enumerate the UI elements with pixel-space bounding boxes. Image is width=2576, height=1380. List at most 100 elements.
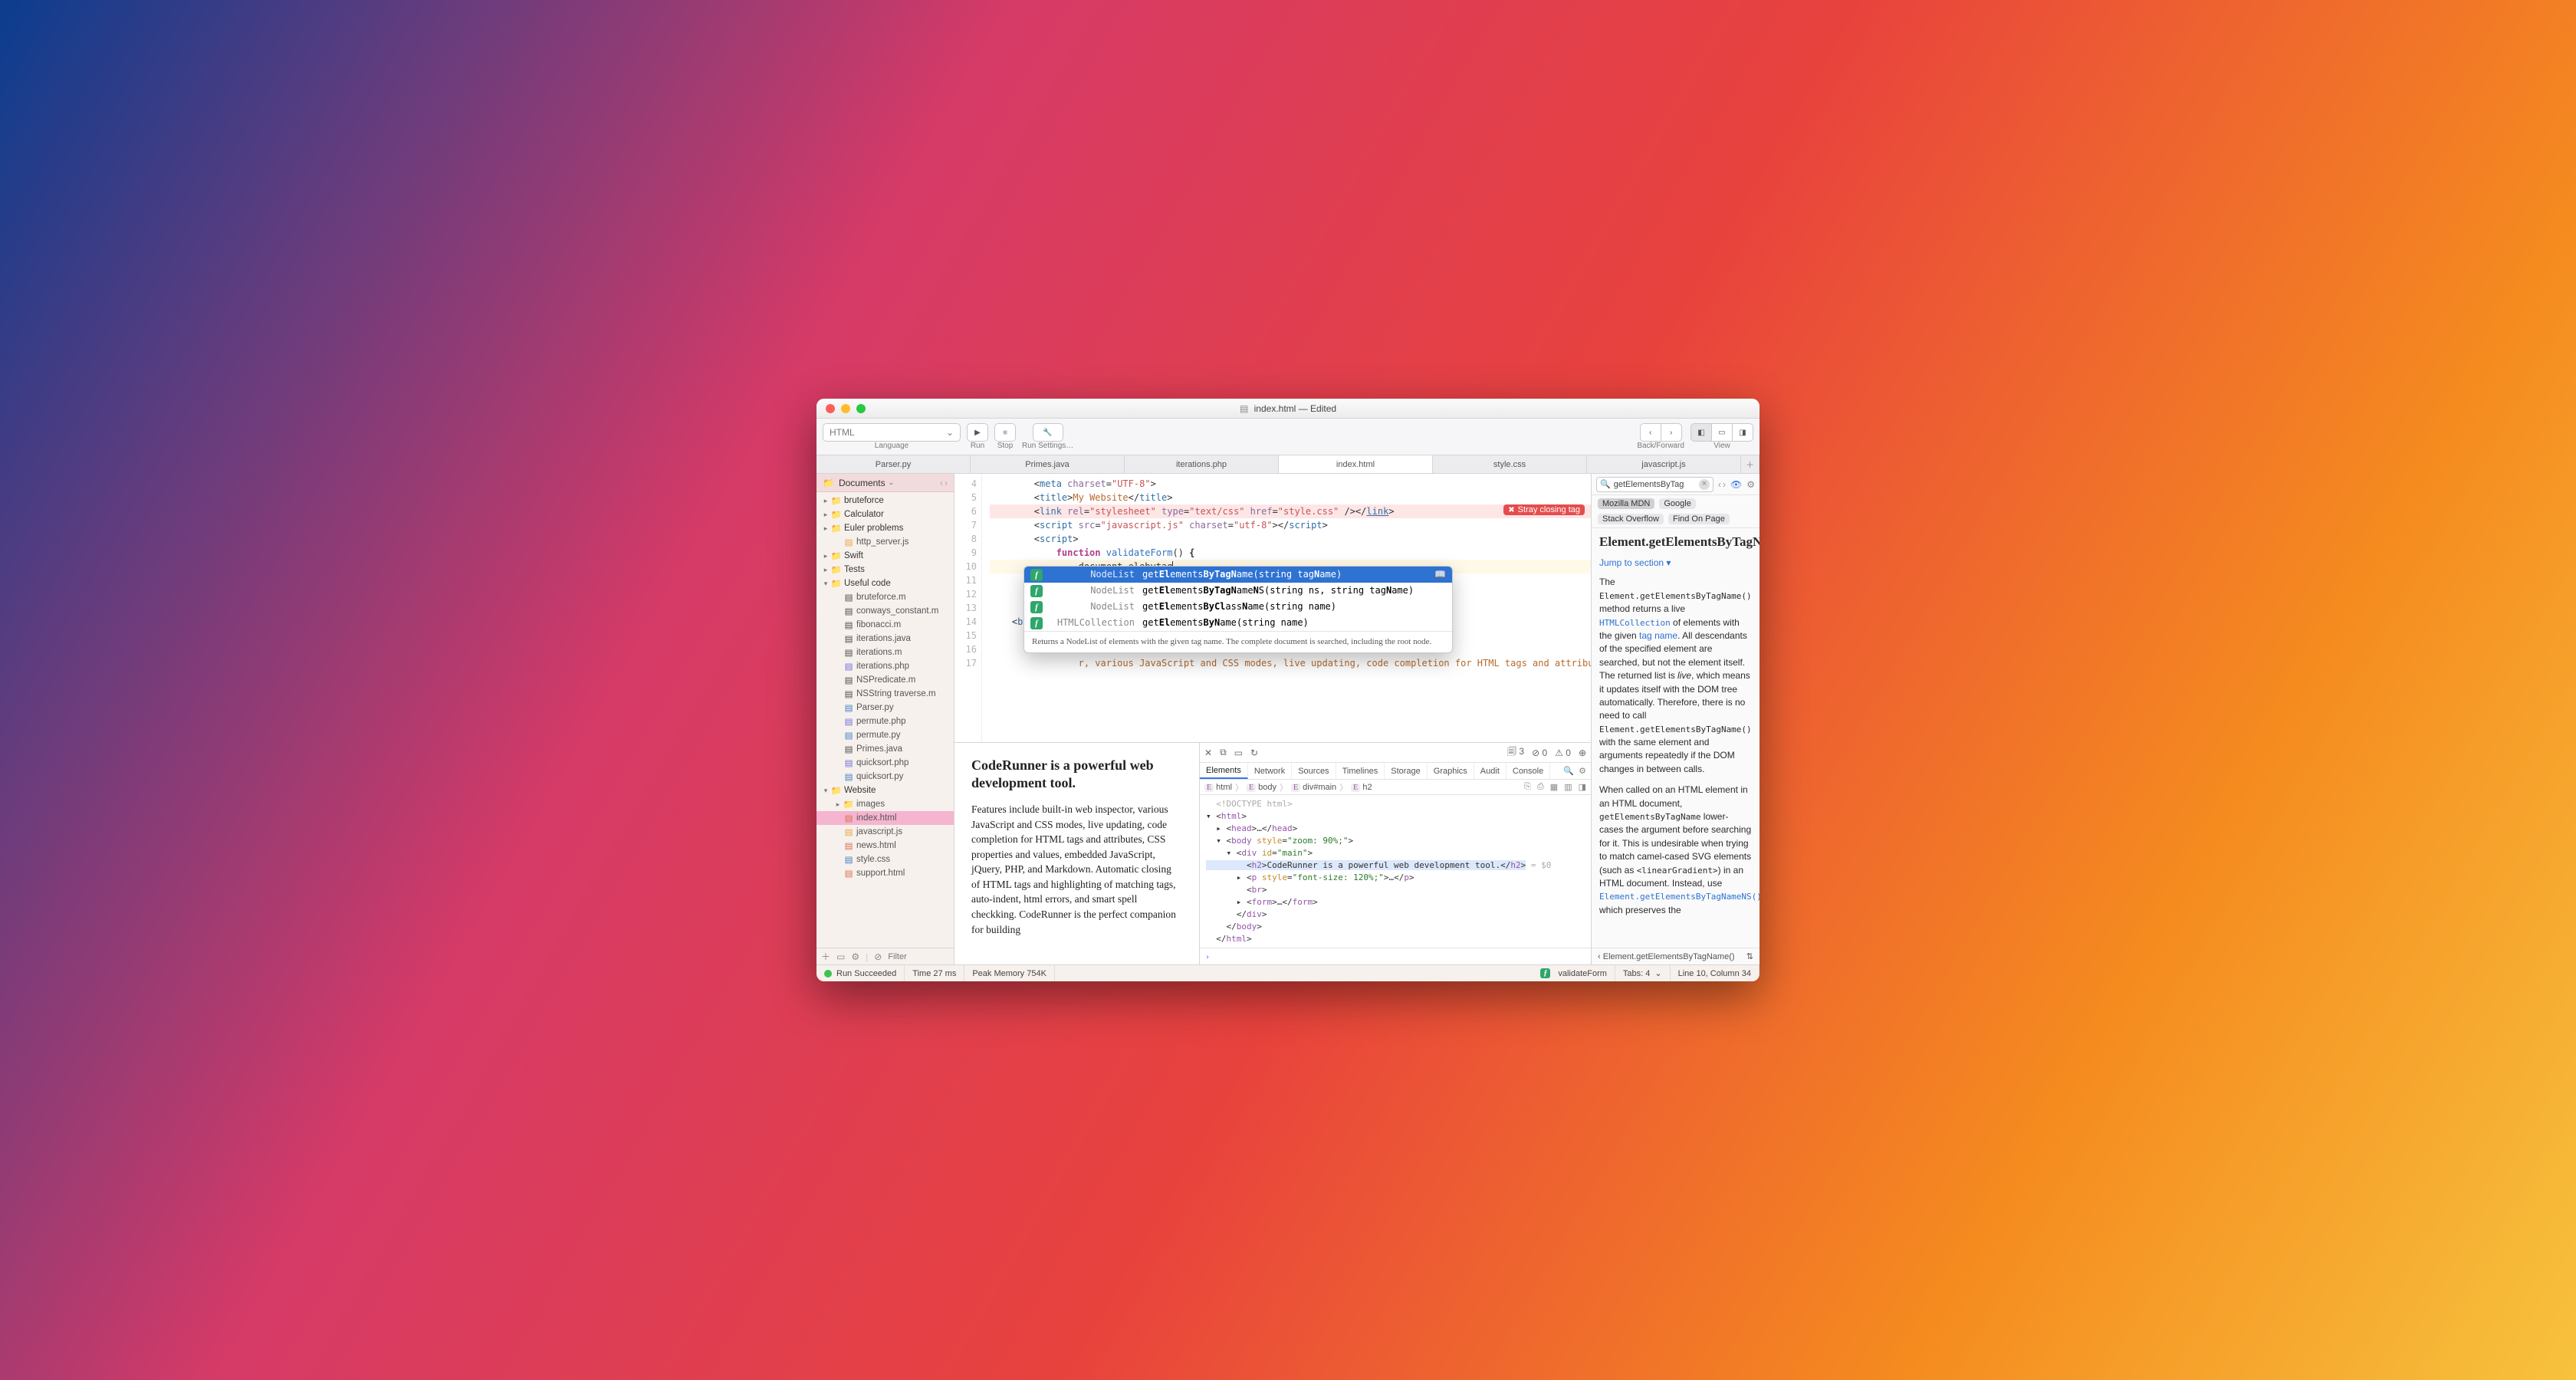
file-tab[interactable]: javascript.js	[1587, 455, 1741, 473]
sidebar-file[interactable]: ▤quicksort.php	[816, 756, 954, 770]
doc-link[interactable]: Element.getElementsByTagNameNS()	[1599, 891, 1760, 902]
view-docs-button[interactable]: ◨	[1732, 423, 1753, 442]
inspector-tab[interactable]: Sources	[1292, 763, 1336, 779]
inspector-tab[interactable]: Storage	[1385, 763, 1428, 779]
action-button[interactable]: ⚙	[851, 951, 859, 962]
current-function[interactable]: validateForm	[1533, 965, 1615, 981]
autocomplete-item[interactable]: fNodeListgetElementsByTagName(string tag…	[1024, 567, 1452, 583]
sidebar-file[interactable]: ▤index.html	[816, 811, 954, 825]
file-tab[interactable]: style.css	[1433, 455, 1587, 473]
sidebar-file[interactable]: ▤bruteforce.m	[816, 590, 954, 604]
minimize-window-button[interactable]	[841, 404, 850, 413]
doc-source-pill[interactable]: Google	[1659, 498, 1695, 509]
inspector-tab[interactable]: Console	[1506, 763, 1550, 779]
gear-icon[interactable]: ⚙	[1579, 766, 1586, 776]
run-settings-button[interactable]: 🔧	[1033, 423, 1063, 442]
forward-button[interactable]: ›	[1661, 423, 1682, 442]
sidebar-folder[interactable]: ▸📁Swift	[816, 549, 954, 563]
print-icon[interactable]: ⎙	[1537, 782, 1544, 792]
sidebar-header[interactable]: 📁 Documents ⌄ ‹ ›	[816, 474, 954, 492]
doc-source-pill[interactable]: Find On Page	[1668, 514, 1730, 524]
stop-button[interactable]: ■	[994, 423, 1016, 442]
doc-link[interactable]: HTMLCollection	[1599, 617, 1671, 628]
tab-width[interactable]: Tabs: 4 ⌄	[1615, 965, 1671, 981]
search-icon[interactable]: 🔍	[1563, 766, 1574, 776]
view-console-button[interactable]: ▭	[1711, 423, 1733, 442]
folder-icon[interactable]: ▭	[836, 951, 845, 962]
add-button[interactable]: ＋	[821, 950, 830, 963]
sidebar-folder[interactable]: ▸📁images	[816, 797, 954, 811]
doc-forward-button[interactable]: ›	[1723, 479, 1726, 490]
dom-tree[interactable]: <!DOCTYPE html> ▾ <html> ▸ <head>…</head…	[1200, 795, 1591, 948]
sidebar-folder[interactable]: ▸📁bruteforce	[816, 494, 954, 508]
reload-button[interactable]: ↻	[1250, 748, 1258, 758]
close-window-button[interactable]	[826, 404, 835, 413]
view-sidebar-button[interactable]: ◧	[1691, 423, 1712, 442]
file-tab[interactable]: Parser.py	[816, 455, 971, 473]
sidebar-file[interactable]: ▤Primes.java	[816, 742, 954, 756]
sidebar-file[interactable]: ▤javascript.js	[816, 825, 954, 839]
error-badge[interactable]: Stray closing tag	[1503, 504, 1585, 515]
zoom-window-button[interactable]	[856, 404, 866, 413]
breadcrumb-item[interactable]: E body	[1247, 783, 1276, 792]
sidebar-file[interactable]: ▤fibonacci.m	[816, 618, 954, 632]
run-button[interactable]: ▶	[967, 423, 988, 442]
autocomplete-item[interactable]: fNodeListgetElementsByClassName(string n…	[1024, 599, 1452, 615]
autocomplete-item[interactable]: fHTMLCollectiongetElementsByName(string …	[1024, 615, 1452, 631]
sidebar-forward-button[interactable]: ›	[945, 478, 948, 488]
autocomplete-item[interactable]: fNodeListgetElementsByTagNameNS(string n…	[1024, 583, 1452, 599]
layout-icon[interactable]: ▦	[1550, 782, 1558, 792]
sidebar-file[interactable]: ▤style.css	[816, 853, 954, 866]
sidebar-file[interactable]: ▤permute.php	[816, 715, 954, 728]
doc-source-pill[interactable]: Stack Overflow	[1598, 514, 1664, 524]
sidebar-file[interactable]: ▤NSString traverse.m	[816, 687, 954, 701]
sidebar-folder[interactable]: ▾📁Useful code	[816, 577, 954, 590]
sidebar-file[interactable]: ▤iterations.php	[816, 659, 954, 673]
layout-icon[interactable]: ◨	[1579, 782, 1586, 792]
doc-breadcrumb[interactable]: ‹ Element.getElementsByTagName()⇅	[1592, 948, 1760, 964]
sidebar-folder[interactable]: ▾📁Website	[816, 784, 954, 797]
breadcrumb-item[interactable]: E h2	[1351, 783, 1372, 792]
sidebar-folder[interactable]: ▸📁Calculator	[816, 508, 954, 521]
layout-button[interactable]: ▭	[1234, 748, 1243, 758]
autocomplete-popup[interactable]: fNodeListgetElementsByTagName(string tag…	[1024, 566, 1453, 653]
sidebar-file[interactable]: ▤iterations.m	[816, 646, 954, 659]
close-inspector-button[interactable]: ✕	[1204, 748, 1212, 758]
sidebar-tree[interactable]: ▸📁bruteforce▸📁Calculator▸📁Euler problems…	[816, 492, 954, 948]
file-tab[interactable]: Primes.java	[971, 455, 1125, 473]
file-tab[interactable]: iterations.php	[1125, 455, 1279, 473]
doc-content[interactable]: Element.getElementsByTagName() Jump to s…	[1592, 528, 1760, 948]
breadcrumb-item[interactable]: E html	[1204, 783, 1232, 792]
sidebar-file[interactable]: ▤news.html	[816, 839, 954, 853]
sidebar-folder[interactable]: ▸📁Tests	[816, 563, 954, 577]
breadcrumb-item[interactable]: E div#main	[1291, 783, 1336, 792]
inspector-tab[interactable]: Network	[1248, 763, 1292, 779]
inspector-tab[interactable]: Audit	[1474, 763, 1506, 779]
sidebar-file[interactable]: ▤conways_constant.m	[816, 604, 954, 618]
console-prompt[interactable]: ›	[1200, 948, 1591, 964]
file-tab[interactable]: index.html	[1279, 455, 1433, 473]
gear-icon[interactable]: ⚙	[1746, 479, 1755, 490]
inspector-tab[interactable]: Timelines	[1336, 763, 1385, 779]
code-editor[interactable]: 4567891011121314151617 <meta charset="UT…	[955, 474, 1591, 742]
tool-icon[interactable]: ⎘	[1524, 782, 1531, 792]
add-button[interactable]: ⊕	[1579, 748, 1586, 758]
inspector-tab[interactable]: Graphics	[1428, 763, 1474, 779]
sidebar-file[interactable]: ▤iterations.java	[816, 632, 954, 646]
sidebar-file[interactable]: ▤http_server.js	[816, 535, 954, 549]
sidebar-file[interactable]: ▤NSPredicate.m	[816, 673, 954, 687]
jump-to-section[interactable]: Jump to section ▾	[1599, 557, 1671, 568]
dom-breadcrumb[interactable]: E html〉E body〉E div#main〉E h2⎘⎙▦▥◨	[1200, 780, 1591, 795]
clear-search-button[interactable]: ×	[1699, 479, 1710, 490]
inspector-tab[interactable]: Elements	[1200, 763, 1248, 779]
sidebar-back-button[interactable]: ‹	[940, 478, 943, 488]
sidebar-file[interactable]: ▤permute.py	[816, 728, 954, 742]
new-tab-button[interactable]: ＋	[1741, 455, 1760, 473]
sidebar-file[interactable]: ▤support.html	[816, 866, 954, 880]
sidebar-file[interactable]: ▤Parser.py	[816, 701, 954, 715]
doc-source-pill[interactable]: Mozilla MDN	[1598, 498, 1654, 509]
dock-button[interactable]: ⧉	[1220, 747, 1227, 758]
sidebar-folder[interactable]: ▸📁Euler problems	[816, 521, 954, 535]
language-selector[interactable]: HTML ⌄	[823, 423, 961, 442]
eye-icon[interactable]: 👁	[1730, 479, 1742, 490]
